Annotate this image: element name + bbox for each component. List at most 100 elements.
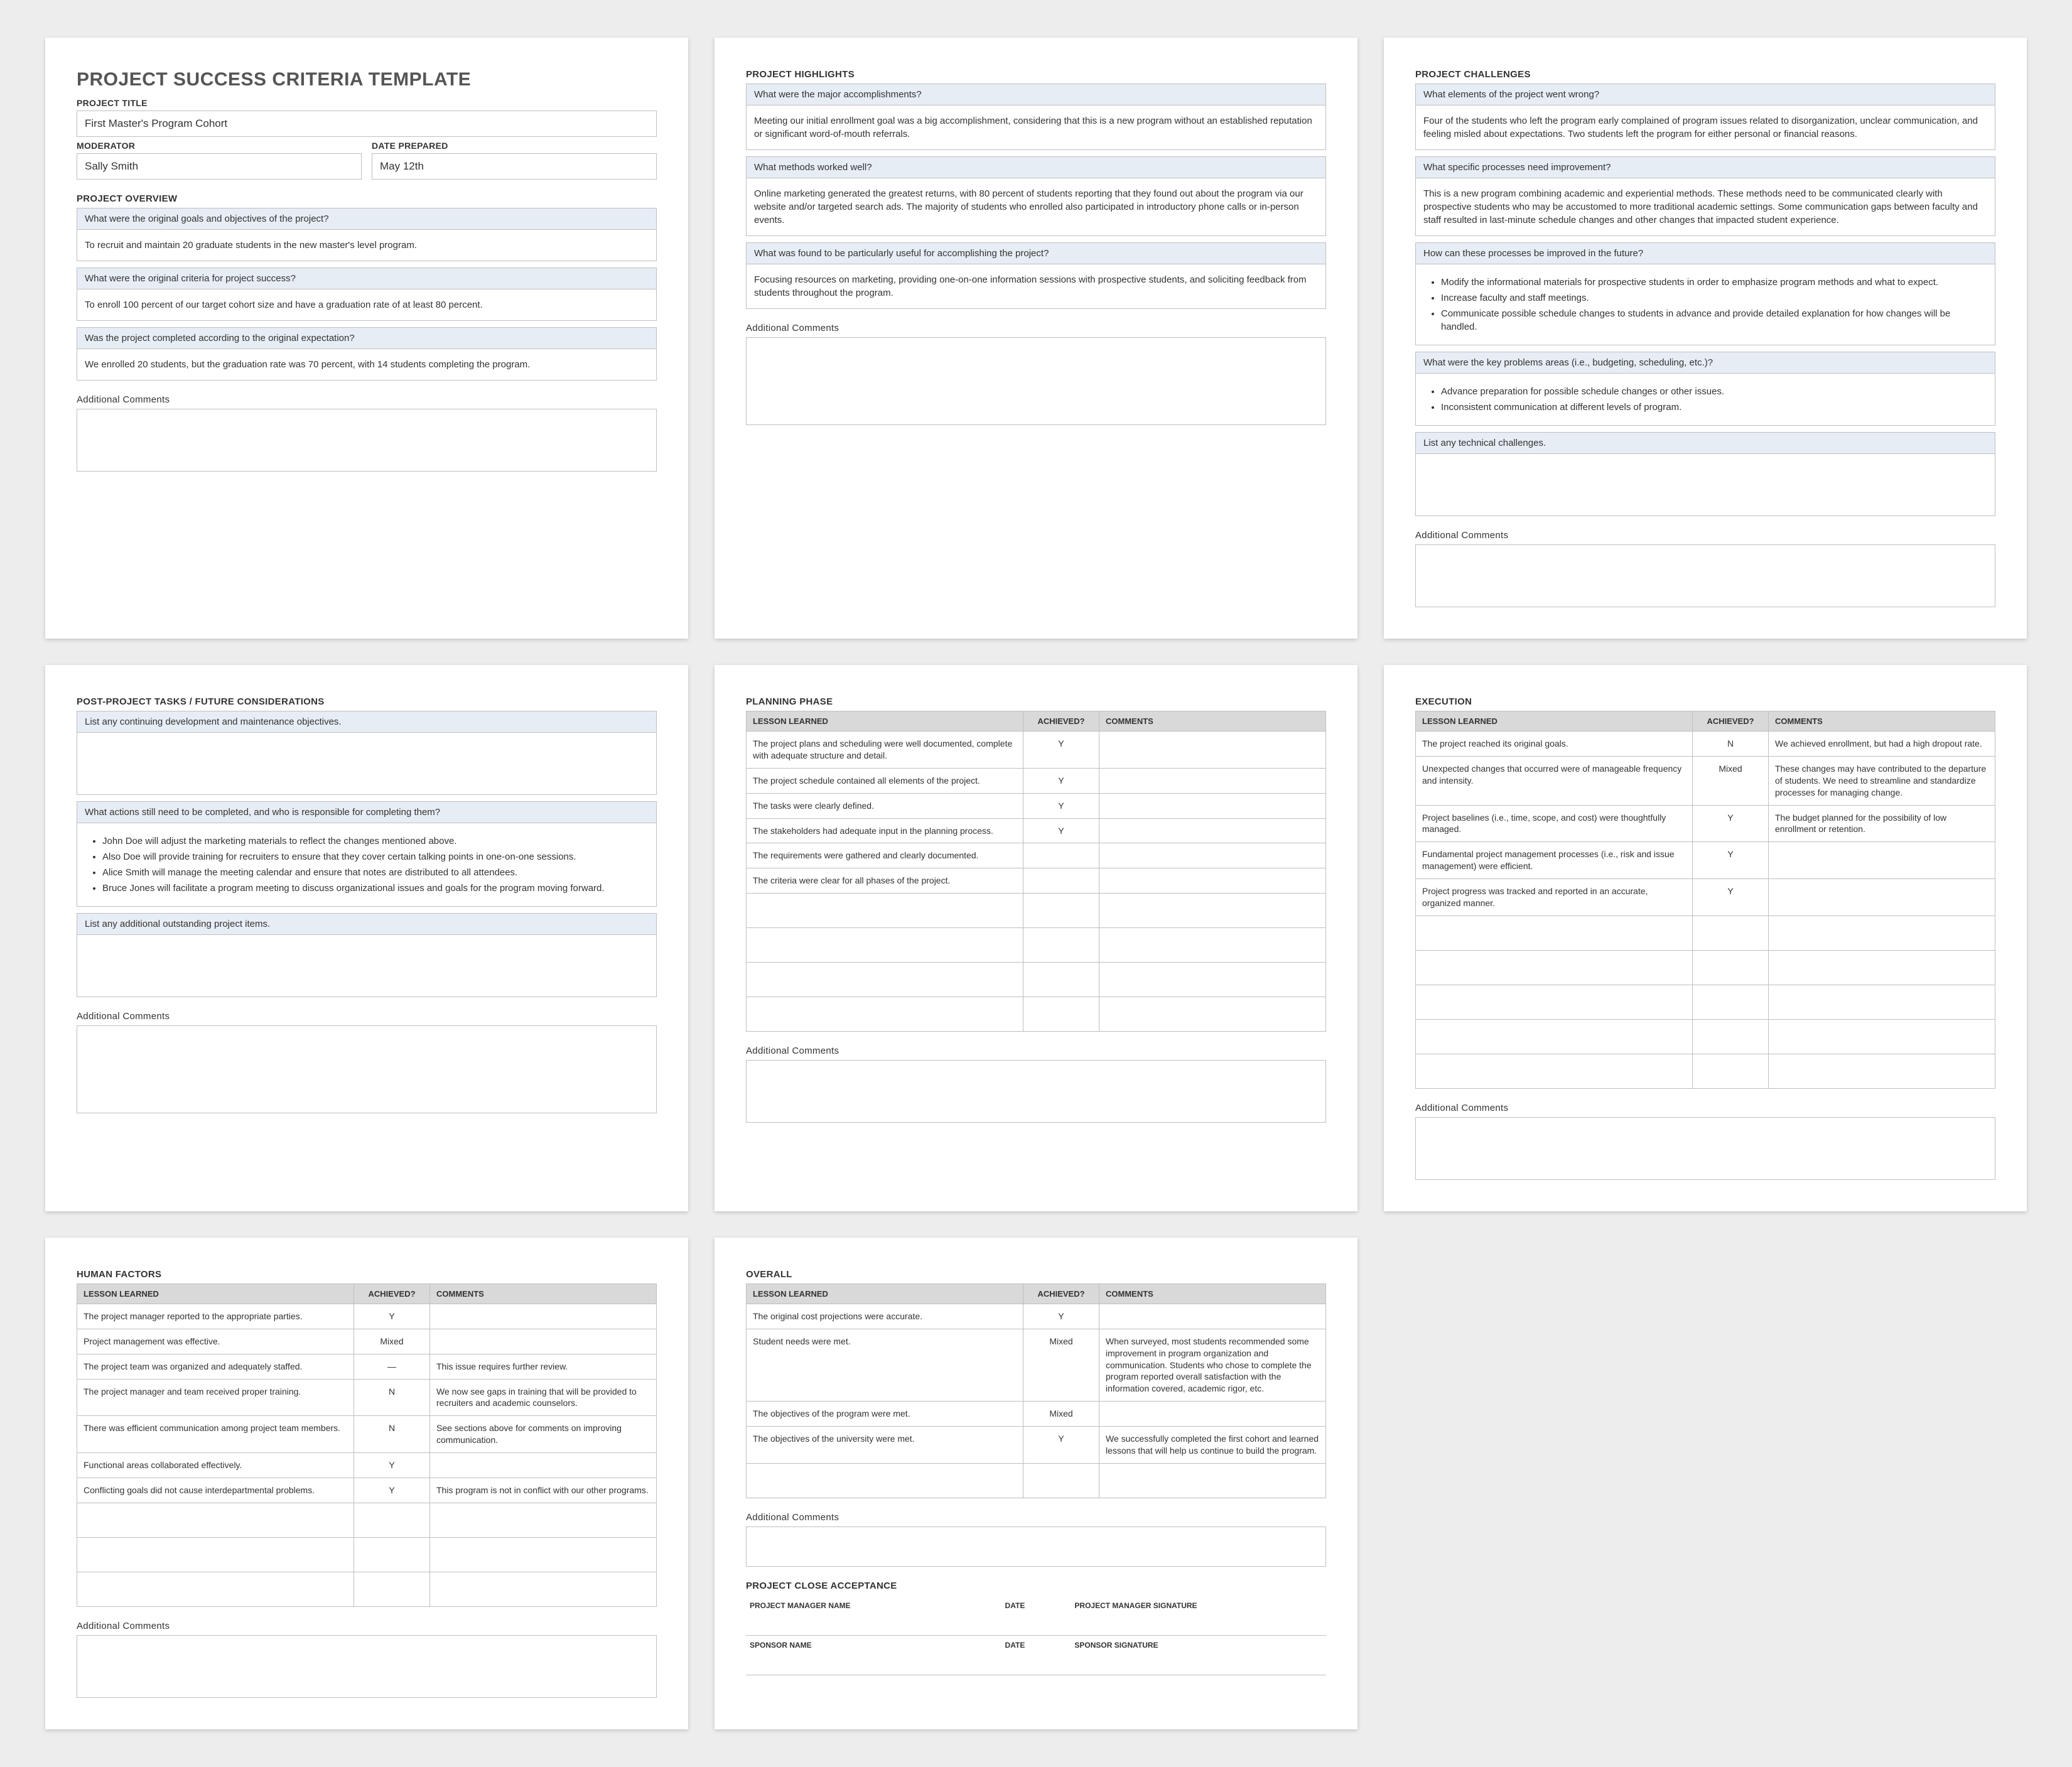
- overview-a3[interactable]: We enrolled 20 students, but the graduat…: [77, 349, 657, 381]
- comment-cell[interactable]: See sections above for comments on impro…: [430, 1416, 657, 1453]
- challenges-a2[interactable]: This is a new program combining academic…: [1415, 178, 1995, 236]
- planning-additional-comments[interactable]: [746, 1060, 1326, 1123]
- challenges-additional-comments[interactable]: [1415, 544, 1995, 607]
- comment-cell[interactable]: We successfully completed the first coho…: [1099, 1427, 1326, 1464]
- lesson-cell[interactable]: Project baselines (i.e., time, scope, an…: [1416, 805, 1693, 842]
- sponsor-signature-input[interactable]: [1071, 1652, 1326, 1675]
- lesson-cell[interactable]: The objectives of the program were met.: [747, 1402, 1023, 1427]
- comment-cell[interactable]: [1769, 842, 1995, 879]
- lesson-cell[interactable]: The project team was organized and adequ…: [77, 1354, 354, 1379]
- comment-cell[interactable]: [1099, 1402, 1326, 1427]
- lesson-cell[interactable]: There was efficient communication among …: [77, 1416, 354, 1453]
- sponsor-name-input[interactable]: [746, 1652, 1001, 1675]
- lesson-cell[interactable]: Unexpected changes that occurred were of…: [1416, 756, 1693, 805]
- achieved-cell[interactable]: Mixed: [1023, 1402, 1099, 1427]
- achieved-cell[interactable]: Y: [354, 1453, 430, 1478]
- lesson-cell[interactable]: The criteria were clear for all phases o…: [747, 868, 1023, 894]
- achieved-cell[interactable]: Y: [1023, 818, 1099, 843]
- execution-additional-comments[interactable]: [1415, 1117, 1995, 1180]
- challenges-a4[interactable]: Advance preparation for possible schedul…: [1415, 373, 1995, 426]
- date-prepared-input[interactable]: May 12th: [372, 153, 657, 180]
- achieved-cell[interactable]: [1023, 868, 1099, 894]
- comment-cell[interactable]: We achieved enrollment, but had a high d…: [1769, 732, 1995, 757]
- achieved-cell[interactable]: Y: [1693, 879, 1769, 916]
- achieved-cell[interactable]: Mixed: [1023, 1329, 1099, 1401]
- achieved-cell[interactable]: Y: [1693, 805, 1769, 842]
- lesson-cell[interactable]: Student needs were met.: [747, 1329, 1023, 1401]
- col-achieved: ACHIEVED?: [1023, 1283, 1099, 1304]
- achieved-cell[interactable]: [1023, 843, 1099, 868]
- comment-cell[interactable]: This issue requires further review.: [430, 1354, 657, 1379]
- project-title-input[interactable]: First Master's Program Cohort: [77, 111, 657, 137]
- overall-additional-comments[interactable]: [746, 1527, 1326, 1567]
- comment-cell[interactable]: [430, 1329, 657, 1354]
- overview-additional-comments[interactable]: [77, 409, 657, 472]
- achieved-cell[interactable]: Y: [354, 1478, 430, 1503]
- challenges-a5[interactable]: [1415, 453, 1995, 516]
- lesson-cell[interactable]: The requirements were gathered and clear…: [747, 843, 1023, 868]
- lesson-cell[interactable]: Functional areas collaborated effectivel…: [77, 1453, 354, 1478]
- pm-name-input[interactable]: [746, 1613, 1001, 1636]
- comment-cell[interactable]: [1099, 1304, 1326, 1329]
- highlights-additional-comments[interactable]: [746, 337, 1326, 425]
- lesson-cell[interactable]: The tasks were clearly defined.: [747, 793, 1023, 818]
- post-a1[interactable]: [77, 732, 657, 795]
- achieved-cell[interactable]: Mixed: [354, 1329, 430, 1354]
- overview-a2[interactable]: To enroll 100 percent of our target coho…: [77, 289, 657, 321]
- highlights-a1[interactable]: Meeting our initial enrollment goal was …: [746, 105, 1326, 150]
- human-additional-comments[interactable]: [77, 1635, 657, 1698]
- comment-cell[interactable]: [1099, 768, 1326, 793]
- sponsor-date-input[interactable]: [1001, 1652, 1071, 1675]
- lesson-cell[interactable]: The objectives of the university were me…: [747, 1427, 1023, 1464]
- moderator-input[interactable]: Sally Smith: [77, 153, 362, 180]
- achieved-cell[interactable]: —: [354, 1354, 430, 1379]
- lesson-cell[interactable]: The project schedule contained all eleme…: [747, 768, 1023, 793]
- table-row: Student needs were met.MixedWhen surveye…: [747, 1329, 1326, 1401]
- comment-cell[interactable]: [1099, 818, 1326, 843]
- achieved-cell[interactable]: Y: [1023, 1304, 1099, 1329]
- lesson-cell[interactable]: Project progress was tracked and reporte…: [1416, 879, 1693, 916]
- comment-cell[interactable]: [1099, 793, 1326, 818]
- comment-cell[interactable]: [1099, 868, 1326, 894]
- achieved-cell[interactable]: Mixed: [1693, 756, 1769, 805]
- achieved-cell[interactable]: Y: [1023, 1427, 1099, 1464]
- lesson-cell[interactable]: Project management was effective.: [77, 1329, 354, 1354]
- achieved-cell[interactable]: N: [1693, 732, 1769, 757]
- comment-cell[interactable]: [1769, 879, 1995, 916]
- lesson-cell[interactable]: The project reached its original goals.: [1416, 732, 1693, 757]
- comment-cell[interactable]: [430, 1453, 657, 1478]
- highlights-a3[interactable]: Focusing resources on marketing, providi…: [746, 264, 1326, 309]
- post-additional-comments[interactable]: [77, 1025, 657, 1113]
- achieved-cell[interactable]: N: [354, 1379, 430, 1416]
- comment-cell[interactable]: [430, 1304, 657, 1329]
- comment-cell[interactable]: We now see gaps in training that will be…: [430, 1379, 657, 1416]
- post-a2[interactable]: John Doe will adjust the marketing mater…: [77, 823, 657, 907]
- challenges-a1[interactable]: Four of the students who left the progra…: [1415, 105, 1995, 150]
- achieved-cell[interactable]: N: [354, 1416, 430, 1453]
- pm-date-input[interactable]: [1001, 1613, 1071, 1636]
- achieved-cell[interactable]: Y: [354, 1304, 430, 1329]
- table-row-blank: [1416, 1019, 1995, 1054]
- lesson-cell[interactable]: Fundamental project management processes…: [1416, 842, 1693, 879]
- achieved-cell[interactable]: Y: [1023, 768, 1099, 793]
- lesson-cell[interactable]: The stakeholders had adequate input in t…: [747, 818, 1023, 843]
- comment-cell[interactable]: These changes may have contributed to th…: [1769, 756, 1995, 805]
- lesson-cell[interactable]: Conflicting goals did not cause interdep…: [77, 1478, 354, 1503]
- comment-cell[interactable]: [1099, 843, 1326, 868]
- pm-signature-input[interactable]: [1071, 1613, 1326, 1636]
- highlights-a2[interactable]: Online marketing generated the greatest …: [746, 178, 1326, 236]
- overview-a1[interactable]: To recruit and maintain 20 graduate stud…: [77, 229, 657, 261]
- lesson-cell[interactable]: The original cost projections were accur…: [747, 1304, 1023, 1329]
- achieved-cell[interactable]: Y: [1023, 732, 1099, 769]
- achieved-cell[interactable]: Y: [1023, 793, 1099, 818]
- achieved-cell[interactable]: Y: [1693, 842, 1769, 879]
- comment-cell[interactable]: [1099, 732, 1326, 769]
- comment-cell[interactable]: This program is not in conflict with our…: [430, 1478, 657, 1503]
- lesson-cell[interactable]: The project plans and scheduling were we…: [747, 732, 1023, 769]
- comment-cell[interactable]: The budget planned for the possibility o…: [1769, 805, 1995, 842]
- comment-cell[interactable]: When surveyed, most students recommended…: [1099, 1329, 1326, 1401]
- challenges-a3[interactable]: Modify the informational materials for p…: [1415, 264, 1995, 345]
- lesson-cell[interactable]: The project manager reported to the appr…: [77, 1304, 354, 1329]
- post-a3[interactable]: [77, 934, 657, 997]
- lesson-cell[interactable]: The project manager and team received pr…: [77, 1379, 354, 1416]
